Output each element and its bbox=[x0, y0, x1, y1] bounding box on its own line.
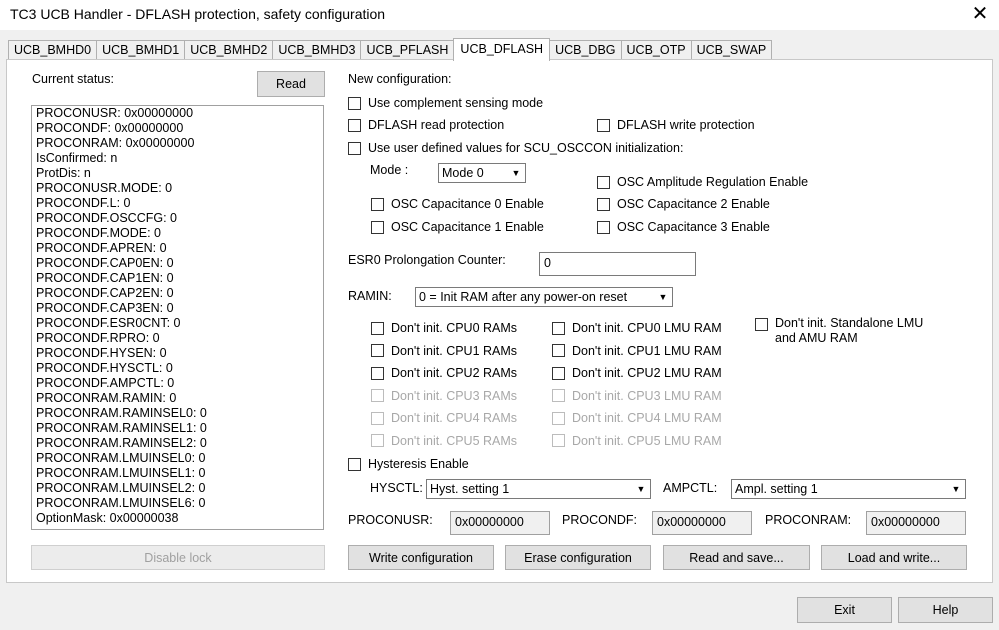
erase-configuration-button[interactable]: Erase configuration bbox=[505, 545, 651, 570]
dont-init-ram-cpu2-checkbox[interactable]: Don't init. CPU2 RAMs bbox=[371, 366, 517, 380]
ramin-label: RAMIN: bbox=[348, 289, 392, 303]
status-line: PROCONDF.CAP3EN: 0 bbox=[36, 301, 174, 315]
current-status-label: Current status: bbox=[32, 72, 114, 86]
tab-ucb-dflash[interactable]: UCB_DFLASH bbox=[453, 38, 551, 61]
esr0-counter-label: ESR0 Prolongation Counter: bbox=[348, 253, 506, 267]
status-line: PROCONDF.CAP1EN: 0 bbox=[36, 271, 174, 285]
status-line: PROCONRAM.RAMINSEL2: 0 bbox=[36, 436, 207, 450]
status-line: PROCONRAM: 0x00000000 bbox=[36, 136, 195, 150]
tab-ucb-bmhd2[interactable]: UCB_BMHD2 bbox=[184, 40, 274, 60]
ramin-dropdown[interactable]: 0 = Init RAM after any power-on reset ▼ bbox=[415, 287, 673, 307]
dflash-read-protection-checkbox[interactable]: DFLASH read protection bbox=[348, 118, 504, 132]
status-line: PROCONRAM.RAMINSEL1: 0 bbox=[36, 421, 207, 435]
ampctl-dropdown[interactable]: Ampl. setting 1 ▼ bbox=[731, 479, 966, 499]
status-line: ProtDis: n bbox=[36, 166, 91, 180]
status-line: PROCONDF.MODE: 0 bbox=[36, 226, 162, 240]
tab-ucb-bmhd1[interactable]: UCB_BMHD1 bbox=[96, 40, 186, 60]
status-line: PROCONDF.HYSEN: 0 bbox=[36, 346, 167, 360]
status-line: PROCONRAM.LMUINSEL2: 0 bbox=[36, 481, 206, 495]
esr0-counter-input[interactable]: 0 bbox=[539, 252, 696, 276]
tab-ucb-otp[interactable]: UCB_OTP bbox=[620, 40, 692, 60]
status-line: PROCONDF.ESR0CNT: 0 bbox=[36, 316, 181, 330]
load-and-write-button[interactable]: Load and write... bbox=[821, 545, 967, 570]
dflash-write-protection-checkbox[interactable]: DFLASH write protection bbox=[597, 118, 755, 132]
tab-ucb-dbg[interactable]: UCB_DBG bbox=[549, 40, 622, 60]
complement-sensing-checkbox[interactable]: Use complement sensing mode bbox=[348, 96, 543, 110]
dont-init-ram-cpu3-checkbox: Don't init. CPU3 RAMs bbox=[371, 389, 517, 403]
window-title: TC3 UCB Handler - DFLASH protection, saf… bbox=[10, 6, 386, 22]
tab-strip: UCB_BMHD0 UCB_BMHD1 UCB_BMHD2 UCB_BMHD3 UCB_… bbox=[8, 38, 773, 61]
dont-init-ram-cpu5-checkbox: Don't init. CPU5 RAMs bbox=[371, 434, 517, 448]
dont-init-lmu-cpu2-checkbox[interactable]: Don't init. CPU2 LMU RAM bbox=[552, 366, 722, 380]
new-configuration-label: New configuration: bbox=[348, 72, 452, 86]
proconram-label: PROCONRAM: bbox=[765, 513, 852, 527]
hysctl-label: HYSCTL: bbox=[370, 481, 423, 495]
hysctl-dropdown[interactable]: Hyst. setting 1 ▼ bbox=[426, 479, 651, 499]
procondf-label: PROCONDF: bbox=[562, 513, 637, 527]
dont-init-lmu-cpu1-checkbox[interactable]: Don't init. CPU1 LMU RAM bbox=[552, 344, 722, 358]
dont-init-ram-cpu0-checkbox[interactable]: Don't init. CPU0 RAMs bbox=[371, 321, 517, 335]
status-line: PROCONDF.OSCCFG: 0 bbox=[36, 211, 177, 225]
dont-init-lmu-cpu3-checkbox: Don't init. CPU3 LMU RAM bbox=[552, 389, 722, 403]
status-line: PROCONDF.AMPCTL: 0 bbox=[36, 376, 175, 390]
tab-ucb-pflash[interactable]: UCB_PFLASH bbox=[360, 40, 455, 60]
dont-init-ram-cpu4-checkbox: Don't init. CPU4 RAMs bbox=[371, 411, 517, 425]
osc-capacitance-1-checkbox[interactable]: OSC Capacitance 1 Enable bbox=[371, 220, 544, 234]
help-button[interactable]: Help bbox=[898, 597, 993, 623]
standalone-lmu-checkbox[interactable]: Don't init. Standalone LMU and AMU RAM bbox=[755, 316, 923, 346]
status-line: PROCONUSR: 0x00000000 bbox=[36, 106, 194, 120]
dont-init-lmu-cpu4-checkbox: Don't init. CPU4 LMU RAM bbox=[552, 411, 722, 425]
mode-label: Mode : bbox=[370, 163, 409, 177]
status-line: PROCONRAM.LMUINSEL6: 0 bbox=[36, 496, 206, 510]
proconusr-value: 0x00000000 bbox=[450, 511, 550, 535]
chevron-down-icon: ▼ bbox=[511, 168, 521, 178]
disable-lock-button[interactable]: Disable lock bbox=[31, 545, 325, 570]
status-line: OptionMask: 0x00000038 bbox=[36, 511, 179, 525]
osc-capacitance-0-checkbox[interactable]: OSC Capacitance 0 Enable bbox=[371, 197, 544, 211]
dont-init-lmu-cpu0-checkbox[interactable]: Don't init. CPU0 LMU RAM bbox=[552, 321, 722, 335]
write-configuration-button[interactable]: Write configuration bbox=[348, 545, 494, 570]
status-line: IsConfirmed: n bbox=[36, 151, 118, 165]
status-line: PROCONRAM.LMUINSEL0: 0 bbox=[36, 451, 206, 465]
status-line: PROCONUSR.MODE: 0 bbox=[36, 181, 173, 195]
status-line: PROCONDF: 0x00000000 bbox=[36, 121, 184, 135]
status-line: PROCONRAM.RAMIN: 0 bbox=[36, 391, 177, 405]
status-line: PROCONRAM.LMUINSEL1: 0 bbox=[36, 466, 206, 480]
chevron-down-icon: ▼ bbox=[636, 484, 646, 494]
proconram-value: 0x00000000 bbox=[866, 511, 966, 535]
tab-ucb-swap[interactable]: UCB_SWAP bbox=[690, 40, 773, 60]
proconusr-label: PROCONUSR: bbox=[348, 513, 433, 527]
read-and-save-button[interactable]: Read and save... bbox=[663, 545, 810, 570]
tab-ucb-bmhd3[interactable]: UCB_BMHD3 bbox=[272, 40, 362, 60]
tab-ucb-bmhd0[interactable]: UCB_BMHD0 bbox=[8, 40, 98, 60]
read-button[interactable]: Read bbox=[257, 71, 325, 97]
chevron-down-icon: ▼ bbox=[951, 484, 961, 494]
status-line: PROCONDF.L: 0 bbox=[36, 196, 131, 210]
dont-init-ram-cpu1-checkbox[interactable]: Don't init. CPU1 RAMs bbox=[371, 344, 517, 358]
chevron-down-icon: ▼ bbox=[658, 292, 668, 302]
exit-button[interactable]: Exit bbox=[797, 597, 892, 623]
procondf-value: 0x00000000 bbox=[652, 511, 752, 535]
ampctl-label: AMPCTL: bbox=[663, 481, 718, 495]
hysteresis-enable-checkbox[interactable]: Hysteresis Enable bbox=[348, 457, 469, 471]
status-line: PROCONRAM.RAMINSEL0: 0 bbox=[36, 406, 207, 420]
status-line: PROCONDF.RPRO: 0 bbox=[36, 331, 160, 345]
status-line: PROCONDF.CAP2EN: 0 bbox=[36, 286, 174, 300]
status-line: PROCONDF.APREN: 0 bbox=[36, 241, 167, 255]
status-listbox[interactable]: PROCONUSR: 0x00000000 PROCONDF: 0x0000000… bbox=[31, 105, 324, 530]
status-line: PROCONDF.CAP0EN: 0 bbox=[36, 256, 174, 270]
osc-capacitance-3-checkbox[interactable]: OSC Capacitance 3 Enable bbox=[597, 220, 770, 234]
close-icon[interactable]: ✕ bbox=[966, 2, 994, 26]
status-line: PROCONDF.HYSCTL: 0 bbox=[36, 361, 173, 375]
osc-amplitude-regulation-checkbox[interactable]: OSC Amplitude Regulation Enable bbox=[597, 175, 808, 189]
mode-dropdown[interactable]: Mode 0 ▼ bbox=[438, 163, 526, 183]
osc-capacitance-2-checkbox[interactable]: OSC Capacitance 2 Enable bbox=[597, 197, 770, 211]
user-defined-osccon-checkbox[interactable]: Use user defined values for SCU_OSCCON i… bbox=[348, 141, 683, 155]
dont-init-lmu-cpu5-checkbox: Don't init. CPU5 LMU RAM bbox=[552, 434, 722, 448]
